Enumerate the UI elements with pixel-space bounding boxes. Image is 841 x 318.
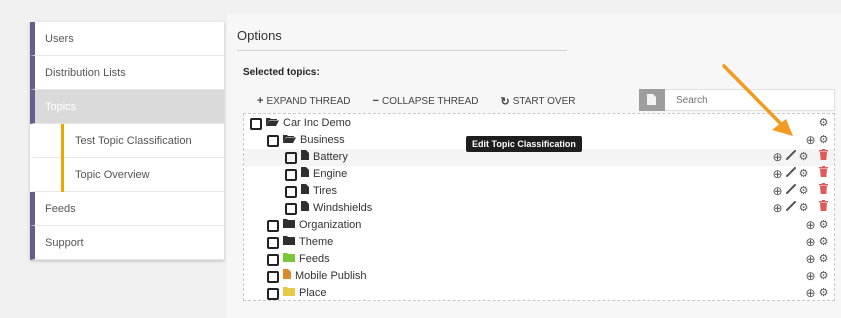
annotation-arrow: [722, 64, 793, 136]
